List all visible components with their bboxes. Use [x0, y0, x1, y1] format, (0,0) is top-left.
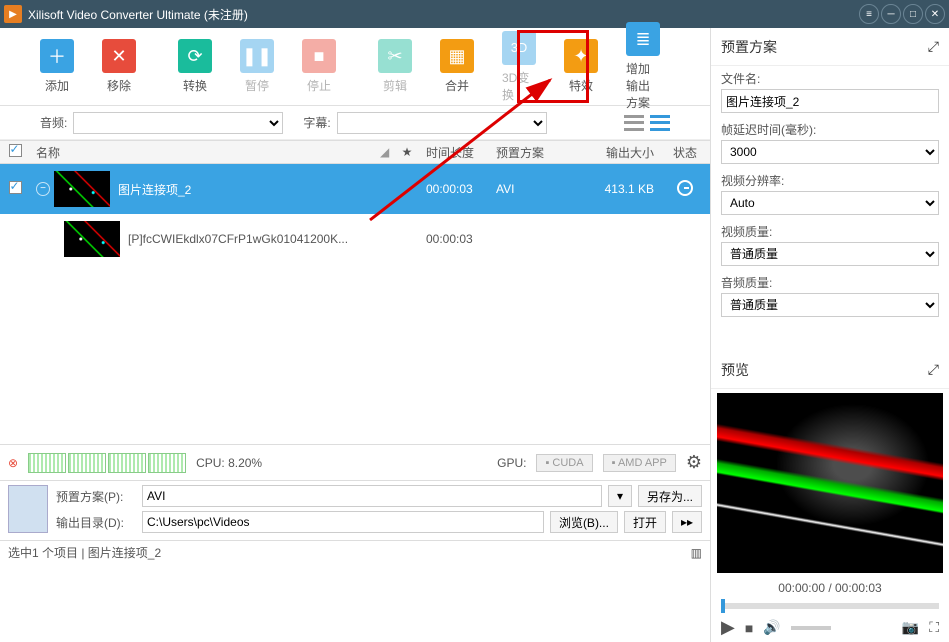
preview-time: 00:00:00 / 00:00:03: [711, 577, 949, 599]
list-header: 名称 ◢ ★ 时间长度 预置方案 输出大小 状态: [0, 140, 710, 164]
row-checkbox[interactable]: [9, 181, 22, 194]
col-preset[interactable]: 预置方案: [490, 144, 590, 161]
menu-button[interactable]: ≡: [859, 4, 879, 24]
col-size[interactable]: 输出大小: [590, 144, 660, 161]
audio-label: 音频:: [40, 114, 67, 131]
volume-icon[interactable]: 🔊: [763, 619, 780, 636]
file-name: [P]fcCWIEkdlx07CFrP1wGk01041200K...: [128, 232, 348, 246]
filename-label: 文件名:: [721, 70, 939, 87]
filename-input[interactable]: [721, 89, 939, 113]
resolution-label: 视频分辨率:: [721, 172, 939, 189]
vquality-select[interactable]: 普通质量: [721, 242, 939, 266]
preview-video[interactable]: [717, 393, 943, 573]
expand-icon[interactable]: ⤢: [928, 38, 939, 55]
audio-select[interactable]: [73, 112, 283, 134]
view-compact-icon[interactable]: [624, 115, 644, 131]
convert-button[interactable]: ⟳转换: [178, 39, 212, 94]
collapse-icon[interactable]: −: [36, 182, 50, 196]
volume-slider[interactable]: [791, 626, 831, 630]
col-status[interactable]: 状态: [660, 144, 710, 161]
preset-label: 预置方案(P):: [56, 488, 136, 505]
preview-slider[interactable]: [721, 603, 939, 609]
file-list: − 图片连接项_2 00:00:03 AVI 413.1 KB [P]fcCWI…: [0, 164, 710, 444]
file-duration: 00:00:03: [420, 182, 490, 196]
thumbnail: [64, 221, 120, 257]
gear-icon[interactable]: ⚙: [686, 452, 702, 473]
expand-icon[interactable]: ⤢: [928, 361, 939, 378]
view-list-icon[interactable]: [650, 115, 670, 131]
minimize-button[interactable]: ─: [881, 4, 901, 24]
col-star[interactable]: ★: [394, 145, 420, 159]
file-name: 图片连接项_2: [118, 181, 191, 198]
snapshot-button[interactable]: 📷: [902, 619, 919, 636]
outdir-label: 输出目录(D):: [56, 514, 136, 531]
delay-select[interactable]: 3000: [721, 140, 939, 164]
effect-button[interactable]: ✦特效: [564, 39, 598, 94]
subtitle-label: 字幕:: [303, 114, 330, 131]
browse-button[interactable]: 浏览(B)...: [550, 511, 618, 533]
col-duration[interactable]: 时间长度: [420, 144, 490, 161]
queue-icon[interactable]: ▥: [691, 546, 702, 560]
close-button[interactable]: ✕: [925, 4, 945, 24]
aquality-select[interactable]: 普通质量: [721, 293, 939, 317]
open-button[interactable]: 打开: [624, 511, 666, 533]
file-row[interactable]: − 图片连接项_2 00:00:03 AVI 413.1 KB: [0, 164, 710, 214]
select-all-checkbox[interactable]: [9, 144, 22, 157]
add-profile-button[interactable]: ≣增加输出方案: [626, 22, 660, 111]
cpu-label: CPU: 8.20%: [196, 456, 262, 470]
pause-button[interactable]: ❚❚暂停: [240, 39, 274, 94]
cpu-graph: [28, 453, 186, 473]
3d-button[interactable]: 3D3D变换: [502, 31, 536, 103]
fullscreen-button[interactable]: ⛶: [929, 619, 939, 636]
saveas-button[interactable]: 另存为...: [638, 485, 702, 507]
vquality-label: 视频质量:: [721, 223, 939, 240]
app-logo: ▶: [4, 5, 22, 23]
outdir-input[interactable]: [142, 511, 544, 533]
resolution-select[interactable]: Auto: [721, 191, 939, 215]
cuda-button[interactable]: ▪ CUDA: [536, 454, 592, 472]
preset-input[interactable]: [142, 485, 602, 507]
status-text: 选中1 个项目 | 图片连接项_2: [8, 544, 161, 561]
gpu-label: GPU:: [497, 456, 526, 470]
close-cpu-icon[interactable]: ⊗: [8, 456, 18, 470]
file-preset: AVI: [490, 182, 590, 196]
clip-button[interactable]: ✂剪辑: [378, 39, 412, 94]
clock-icon: [677, 180, 693, 196]
file-size: 413.1 KB: [590, 182, 660, 196]
preview-header: 预览: [721, 360, 749, 380]
output-format-icon: [8, 485, 48, 533]
delay-label: 帧延迟时间(毫秒):: [721, 121, 939, 138]
merge-button[interactable]: ▦合并: [440, 39, 474, 94]
history-button[interactable]: ▸▸: [672, 511, 702, 533]
thumbnail: [54, 171, 110, 207]
file-subrow[interactable]: [P]fcCWIEkdlx07CFrP1wGk01041200K... 00:0…: [0, 214, 710, 264]
play-button[interactable]: ▶: [721, 617, 735, 638]
col-name[interactable]: 名称: [30, 144, 374, 161]
sort-icon[interactable]: ◢: [374, 145, 394, 159]
profile-header: 预置方案: [721, 37, 777, 57]
window-title: Xilisoft Video Converter Ultimate (未注册): [28, 6, 859, 23]
maximize-button[interactable]: □: [903, 4, 923, 24]
stop-preview-button[interactable]: ■: [745, 620, 753, 636]
amd-button[interactable]: ▪ AMD APP: [603, 454, 676, 472]
subtitle-select[interactable]: [337, 112, 547, 134]
remove-button[interactable]: ✕移除: [102, 39, 136, 94]
aquality-label: 音频质量:: [721, 274, 939, 291]
stop-button[interactable]: ■停止: [302, 39, 336, 94]
add-button[interactable]: ＋添加: [40, 39, 74, 94]
file-duration: 00:00:03: [420, 232, 490, 246]
preset-dropdown[interactable]: ▾: [608, 485, 632, 507]
